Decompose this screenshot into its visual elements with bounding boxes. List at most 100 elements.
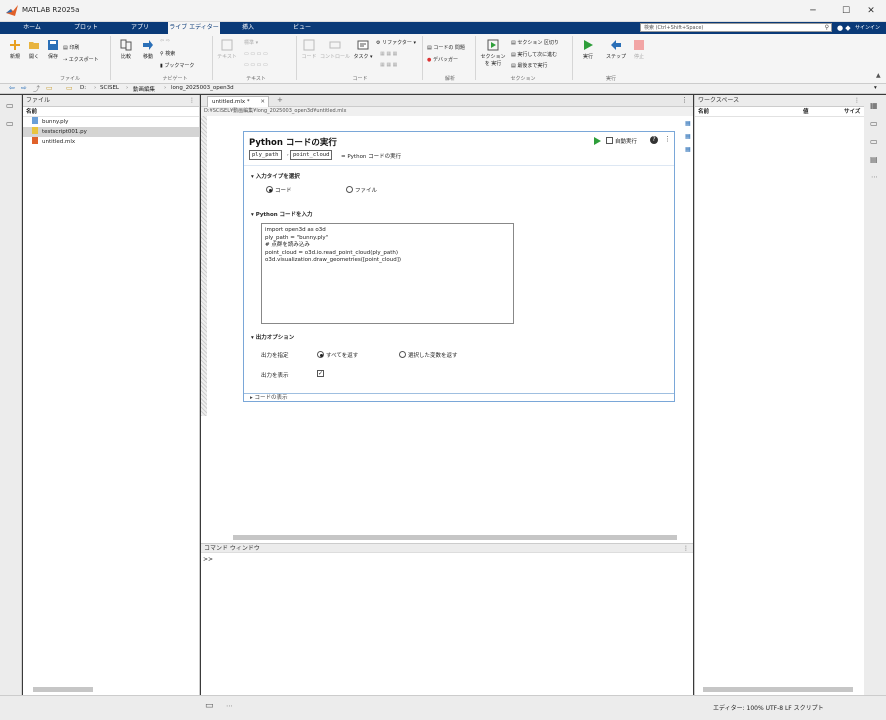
- user-icon[interactable]: ◆: [843, 23, 853, 33]
- list-item[interactable]: testscript001.py: [23, 127, 199, 137]
- open-button[interactable]: 開く: [24, 39, 44, 60]
- browse-folder-icon[interactable]: ▭: [46, 84, 53, 92]
- run-to-end-button[interactable]: ▤ 最後まで実行: [511, 62, 547, 69]
- goto-button[interactable]: 移動: [138, 39, 158, 60]
- breadcrumb-scisel[interactable]: SCISEL: [100, 85, 119, 91]
- stop-button[interactable]: 停止: [630, 39, 648, 60]
- text-button[interactable]: テキスト: [216, 39, 238, 60]
- files-panel-icon[interactable]: ▭: [6, 101, 14, 110]
- editor-gutter: [201, 116, 207, 416]
- file-column-name[interactable]: 名前: [23, 107, 199, 117]
- list-item[interactable]: untitled.mlx: [23, 137, 199, 147]
- debugger-button[interactable]: ● デバッガー: [427, 56, 458, 63]
- breadcrumb-drive[interactable]: D:: [80, 85, 86, 91]
- save-button[interactable]: 保存: [43, 39, 63, 60]
- more-icon[interactable]: ⋯: [871, 173, 878, 181]
- command-prompt: >>: [203, 556, 214, 563]
- new-tab-icon[interactable]: +: [277, 96, 283, 104]
- hide-code-icon[interactable]: ▦: [685, 146, 691, 153]
- compare-button[interactable]: 比較: [116, 39, 136, 60]
- panel-menu-icon[interactable]: ⋮: [854, 95, 860, 107]
- maximize-icon[interactable]: ☐: [839, 4, 853, 18]
- project-panel-icon[interactable]: ▭: [6, 119, 14, 128]
- output-right-icon[interactable]: ▦: [685, 133, 691, 140]
- radio-output-selected-label: 選択した変数を返す: [408, 353, 458, 359]
- print-button[interactable]: ▤ 印刷: [63, 44, 79, 51]
- output-spec-label: 出力を指定: [261, 353, 289, 359]
- tab-insert[interactable]: 挿入: [222, 22, 274, 34]
- output-var-ply-path[interactable]: ply_path: [249, 150, 282, 160]
- play-icon[interactable]: [594, 137, 601, 145]
- new-button[interactable]: 新規: [5, 39, 25, 60]
- breadcrumb-folder[interactable]: long_2025003_open3d: [171, 85, 234, 91]
- control-button[interactable]: コントロール: [320, 39, 350, 60]
- ws-col-value[interactable]: 値: [803, 107, 809, 117]
- collapse-toolstrip-icon[interactable]: ▲: [876, 72, 881, 79]
- section-break-button[interactable]: ▤ セクション 区切り: [511, 39, 559, 46]
- panel-menu-icon[interactable]: ⋮: [189, 95, 195, 107]
- breadcrumb-edit[interactable]: 動画編集: [133, 85, 155, 93]
- task-menu-icon[interactable]: ⋮: [664, 135, 671, 143]
- editor-horizontal-scrollbar[interactable]: [233, 535, 677, 540]
- output-inline-icon[interactable]: ▦: [685, 120, 691, 127]
- code-issues-button[interactable]: ▤ コードの 問題: [427, 44, 465, 51]
- layout-icon[interactable]: ▭: [870, 119, 878, 128]
- file-panel-scrollbar[interactable]: [33, 687, 93, 692]
- workspace-scrollbar[interactable]: [703, 687, 853, 692]
- step-button[interactable]: ステップ: [604, 39, 628, 60]
- refactor-dropdown[interactable]: ⚙ リファクター ▾: [376, 39, 416, 46]
- run-section-button[interactable]: セクションを 実行: [479, 39, 507, 67]
- up-folder-icon[interactable]: ⤴: [33, 84, 40, 94]
- radio-code[interactable]: [266, 186, 273, 193]
- python-code-textarea[interactable]: import open3d as o3d ply_path = "bunny.p…: [261, 223, 514, 324]
- close-icon[interactable]: ✕: [864, 4, 878, 18]
- panel-toggle-icon[interactable]: ▭: [205, 701, 214, 711]
- find-button[interactable]: ⚲ 検索: [160, 50, 175, 57]
- show-code-toggle[interactable]: ▸ コードの表示: [244, 393, 674, 402]
- radio-output-selected[interactable]: [399, 351, 406, 358]
- history-icon[interactable]: ▭: [870, 137, 878, 146]
- tab-untitled[interactable]: untitled.mlx * ✕: [207, 96, 269, 107]
- help-icon[interactable]: ?: [650, 136, 658, 144]
- task-button[interactable]: タスク ▾: [353, 39, 373, 60]
- signin-link[interactable]: サインイン: [855, 24, 880, 31]
- bookmark-button[interactable]: ▮ ブックマーク: [160, 62, 194, 69]
- output-var-point-cloud[interactable]: point_cloud: [290, 150, 333, 160]
- export-button[interactable]: ⇢ エクスポート: [63, 56, 99, 63]
- code-button[interactable]: コード: [300, 39, 318, 60]
- tab-apps[interactable]: アプリ: [114, 22, 166, 34]
- forward-icon[interactable]: ⇨: [21, 84, 27, 92]
- panel-menu-icon[interactable]: ⋮: [683, 544, 689, 553]
- close-tab-icon[interactable]: ✕: [260, 97, 265, 107]
- list-item[interactable]: bunny.ply: [23, 117, 199, 127]
- compare-label: 比較: [120, 54, 131, 60]
- section-input-type[interactable]: ▾ 入力タイプを選択: [251, 172, 300, 180]
- run-advance-button[interactable]: ▤ 実行して次に進む: [511, 51, 557, 58]
- tab-live-editor[interactable]: ライブ エディター: [168, 22, 220, 34]
- editor-menu-icon[interactable]: ⋮: [681, 96, 688, 104]
- show-output-checkbox[interactable]: ✓: [317, 370, 324, 377]
- style-normal-dropdown[interactable]: 標準 ▾: [244, 39, 258, 46]
- autorun-checkbox[interactable]: [606, 137, 613, 144]
- ws-col-size[interactable]: サイズ: [844, 107, 860, 117]
- radio-output-all[interactable]: [317, 351, 324, 358]
- export-label: エクスポート: [68, 57, 99, 63]
- variables-icon[interactable]: ▤: [870, 155, 878, 164]
- workspace-panel-icon[interactable]: ▦: [870, 101, 878, 110]
- back-icon[interactable]: ⇦: [9, 84, 15, 92]
- run-button[interactable]: 実行: [578, 39, 598, 60]
- section-output-options[interactable]: ▾ 出力オプション: [251, 333, 294, 341]
- tab-view[interactable]: ビュー: [276, 22, 328, 34]
- radio-file[interactable]: [346, 186, 353, 193]
- tab-plots[interactable]: プロット: [60, 22, 112, 34]
- search-input[interactable]: 検索 (Ctrl+Shift+Space) ⚲: [640, 23, 832, 32]
- editor-tab-label: untitled.mlx *: [212, 99, 250, 105]
- command-window[interactable]: >>: [201, 553, 693, 695]
- address-dropdown-icon[interactable]: ▾: [874, 85, 877, 91]
- ws-col-name[interactable]: 名前: [698, 109, 709, 115]
- minimize-icon[interactable]: ─: [806, 4, 820, 18]
- compare-icon: [120, 39, 132, 51]
- status-more-icon[interactable]: ⋯: [226, 702, 233, 710]
- section-python-code[interactable]: ▾ Python コードを入力: [251, 210, 313, 218]
- tab-home[interactable]: ホーム: [6, 22, 58, 34]
